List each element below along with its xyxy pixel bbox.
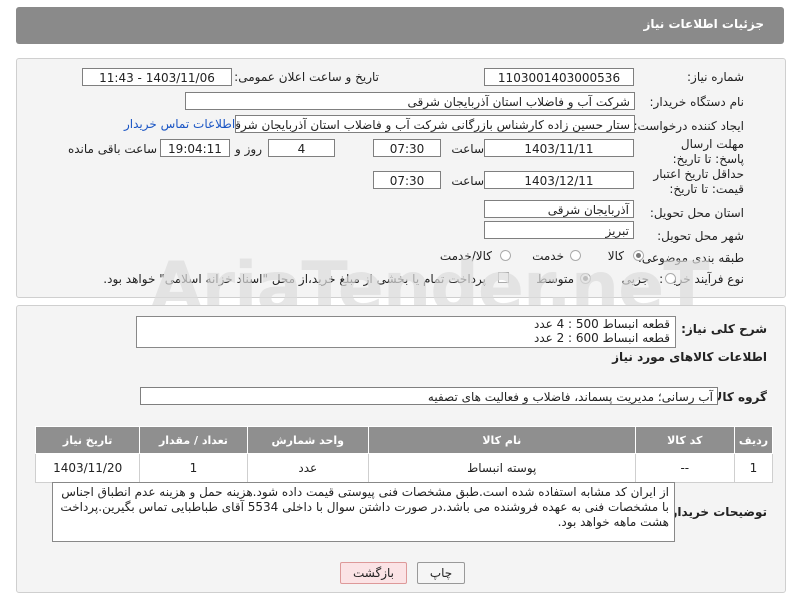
table-header-unit: واحد شمارش (246, 426, 369, 454)
general-desc-label: شرح کلی نیاز: (681, 322, 767, 336)
announce-field: 1403/11/06 - 11:43 (82, 68, 232, 86)
need-number-field: 1103001403000536 (484, 68, 634, 86)
table-header-item-name: نام کالا (367, 426, 636, 454)
general-desc-field: قطعه انبساط 500 : 4 عدد قطعه انبساط 600 … (136, 316, 676, 348)
table-header-need-date: تاریخ نیاز (34, 426, 141, 454)
buyer-notes-label: توضیحات خریدار: (665, 505, 767, 519)
table-header-item-code: کد کالا (634, 426, 735, 454)
deadline-date-field: 1403/11/11 (484, 139, 634, 157)
page-header: جزئیات اطلاعات نیاز (16, 7, 784, 44)
buyer-contact-link[interactable]: اطلاعات تماس خریدار (124, 117, 235, 131)
goods-section-title: اطلاعات کالاهای مورد نیاز (612, 350, 767, 364)
table-cell-unit: عدد (246, 453, 369, 483)
days-field: 4 (268, 139, 335, 157)
remaining-time-field: 19:04:11 (160, 139, 230, 157)
table-cell-row-number: 1 (733, 453, 774, 483)
table-cell-need-date: 1403/11/20 (34, 453, 141, 483)
creator-label: ایجاد کننده درخواست: (633, 119, 744, 133)
table-header-row-number: ردیف (733, 426, 774, 454)
validity-label: حداقل تاریخ اعتبار قیمت: تا تاریخ: (653, 167, 744, 196)
city-field: تبریز (484, 221, 634, 239)
print-button[interactable]: چاپ (417, 562, 465, 584)
need-number-label: شماره نیاز: (687, 70, 744, 84)
province-field: آذربایجان شرقی (484, 200, 634, 218)
deadline-time-label: ساعت (451, 142, 484, 156)
validity-time-field: 07:30 (373, 171, 441, 189)
remaining-label: ساعت باقی مانده (67, 142, 157, 156)
table-cell-quantity: 1 (139, 453, 248, 483)
validity-date-field: 1403/12/11 (484, 171, 634, 189)
validity-time-label: ساعت (451, 174, 484, 188)
deadline-time-field: 07:30 (373, 139, 441, 157)
table-row: 1 -- پوسته انبساط عدد 1 1403/11/20 (34, 453, 774, 483)
goods-table: ردیف کد کالا نام کالا واحد شمارش تعداد /… (34, 426, 774, 483)
deadline-label: مهلت ارسال پاسخ: تا تاریخ: (672, 137, 744, 166)
city-label: شهر محل تحویل: (657, 229, 744, 243)
table-cell-item-code: -- (634, 453, 735, 483)
buyer-org-field: شرکت آب و فاضلاب استان آذربایجان شرقی (185, 92, 635, 110)
buyer-org-label: نام دستگاه خریدار: (649, 95, 745, 109)
table-header-row: ردیف کد کالا نام کالا واحد شمارش تعداد /… (34, 426, 774, 454)
general-desc-line-2: قطعه انبساط 600 : 2 عدد (533, 331, 670, 345)
goods-group-field: آب رسانی؛ مدیریت پسماند، فاضلاب و فعالیت… (140, 387, 718, 405)
table-header-quantity: تعداد / مقدار (139, 426, 248, 454)
creator-field: ستار حسین زاده کارشناس بازرگانی شرکت آب … (235, 115, 635, 133)
back-button[interactable]: بازگشت (340, 562, 407, 584)
announce-label: تاریخ و ساعت اعلان عمومی: (234, 70, 379, 84)
table-cell-item-name: پوسته انبساط (367, 453, 636, 483)
days-label: روز و (235, 142, 262, 156)
general-desc-line-1: قطعه انبساط 500 : 4 عدد (533, 317, 670, 331)
buyer-notes-field: از ایران کد مشابه استفاده شده است.طبق مش… (52, 482, 675, 542)
page-title: جزئیات اطلاعات نیاز (643, 17, 764, 31)
province-label: استان محل تحویل: (649, 206, 744, 220)
